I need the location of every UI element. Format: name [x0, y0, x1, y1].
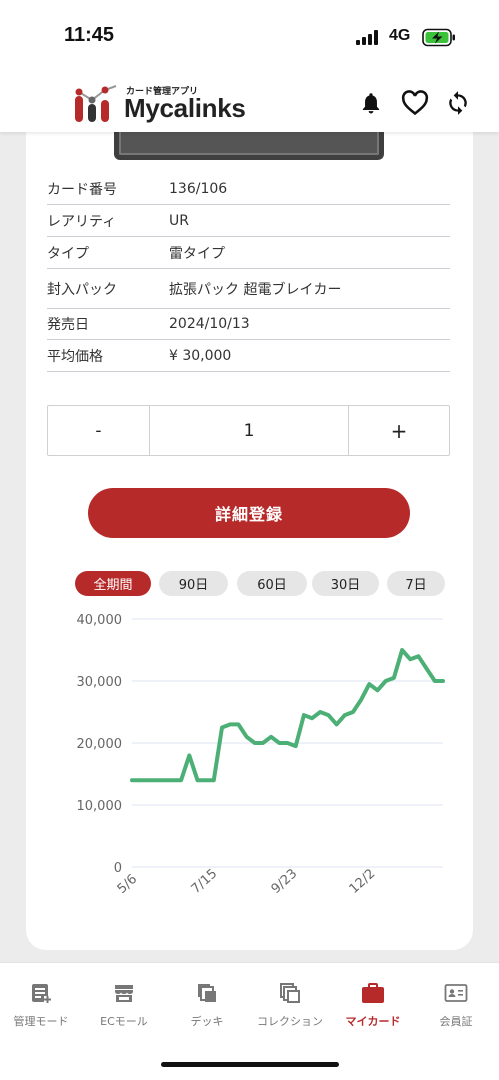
register-detail-button[interactable]: 詳細登録 [88, 488, 410, 538]
period-90d[interactable]: 90日 [159, 571, 228, 596]
info-row-pack: 封入パック 拡張パック 超電ブレイカー [47, 269, 450, 309]
card-info-table: カード番号 136/106 レアリティ UR タイプ 雷タイプ 封入パック 拡張… [47, 174, 450, 372]
y-tick-label: 40,000 [77, 613, 123, 628]
info-key: 平均価格 [47, 348, 103, 365]
status-bar: 11:45 4G [0, 0, 499, 74]
home-indicator [161, 1062, 339, 1067]
tab-label: 管理モード [13, 1015, 69, 1028]
bell-icon[interactable] [356, 88, 386, 118]
tab-label: デッキ [190, 1015, 224, 1028]
info-value: UR [169, 212, 189, 229]
y-tick-label: 30,000 [77, 675, 123, 690]
info-row-card-number: カード番号 136/106 [47, 174, 450, 205]
card-detail-panel: カード番号 136/106 レアリティ UR タイプ 雷タイプ 封入パック 拡張… [26, 126, 473, 950]
info-key: 封入パック [47, 281, 117, 298]
info-row-release-date: 発売日 2024/10/13 [47, 309, 450, 340]
info-key: 発売日 [47, 317, 89, 333]
manage-icon [29, 981, 53, 1005]
period-30d[interactable]: 30日 [312, 571, 379, 596]
tab-label: 会員証 [439, 1015, 473, 1028]
store-icon [112, 981, 136, 1005]
logo-mark-icon [75, 85, 117, 122]
info-value: 136/106 [169, 181, 228, 197]
app-header: カード管理アプリ Mycalinks [0, 74, 499, 132]
signal-icon [356, 30, 380, 45]
period-all[interactable]: 全期間 [75, 571, 151, 596]
info-row-type: タイプ 雷タイプ [47, 237, 450, 269]
decrement-button[interactable]: - [48, 406, 150, 455]
battery-icon [422, 28, 455, 47]
member-card-icon [444, 981, 468, 1005]
increment-button[interactable]: + [349, 406, 449, 455]
info-key: カード番号 [47, 182, 117, 198]
status-time: 11:45 [64, 24, 115, 46]
network-type: 4G [389, 27, 411, 44]
tab-label: マイカード [345, 1015, 401, 1028]
collection-icon [278, 981, 302, 1005]
tab-collection[interactable]: コレクション [249, 981, 331, 1031]
x-tick-label: 12/2 [347, 866, 379, 897]
info-key: タイプ [47, 245, 89, 262]
price-history-chart: 010,00020,00030,00040,0005/6 7/15 9/23 12/2 [77, 613, 445, 897]
tab-label: コレクション [257, 1015, 323, 1028]
period-60d[interactable]: 60日 [237, 571, 307, 596]
deck-icon [195, 981, 219, 1005]
x-tick-label: 7/15 [189, 866, 221, 897]
y-tick-label: 10,000 [77, 799, 123, 814]
price-line [130, 648, 445, 783]
tab-label: ECモール [100, 1015, 148, 1028]
tab-ec-mall[interactable]: ECモール [83, 981, 165, 1031]
info-value: 2024/10/13 [169, 316, 250, 332]
info-key: レアリティ [47, 213, 117, 230]
y-tick-label: 20,000 [77, 737, 123, 752]
info-row-average-price: 平均価格 ¥ 30,000 [47, 340, 450, 372]
info-value: 拡張パック 超電ブレイカー [169, 281, 342, 298]
y-tick-label: 0 [114, 861, 122, 876]
logo-text: Mycalinks [124, 93, 246, 123]
sync-icon[interactable] [443, 88, 473, 118]
tab-my-card[interactable]: マイカード [332, 981, 414, 1031]
info-value: 雷タイプ [169, 245, 225, 262]
tab-deck[interactable]: デッキ [166, 981, 248, 1031]
briefcase-icon [361, 981, 385, 1005]
x-tick-label: 9/23 [269, 866, 301, 897]
heart-icon[interactable] [400, 88, 430, 118]
info-row-rarity: レアリティ UR [47, 205, 450, 237]
quantity-value[interactable]: 1 [150, 406, 349, 455]
period-7d[interactable]: 7日 [387, 571, 445, 596]
tab-manage-mode[interactable]: 管理モード [0, 981, 82, 1031]
info-value: ¥ 30,000 [169, 347, 232, 364]
tab-member-card[interactable]: 会員証 [415, 981, 497, 1031]
quantity-stepper: - 1 + [47, 405, 450, 456]
